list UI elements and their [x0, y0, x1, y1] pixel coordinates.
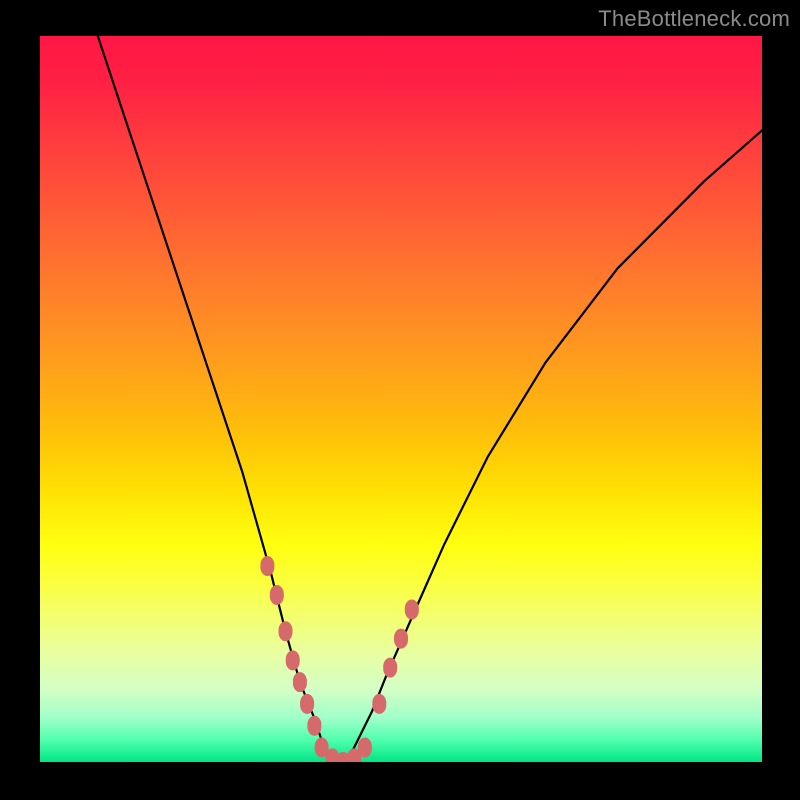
data-marker [307, 716, 321, 736]
chart-svg [40, 36, 762, 762]
data-marker [405, 600, 419, 620]
data-marker [383, 658, 397, 678]
data-marker [372, 694, 386, 714]
watermark-text: TheBottleneck.com [598, 6, 790, 32]
chart-stage: TheBottleneck.com [0, 0, 800, 800]
data-marker [286, 650, 300, 670]
bottleneck-curve [98, 36, 762, 762]
data-marker [358, 738, 372, 758]
plot-area [40, 36, 762, 762]
data-marker [394, 629, 408, 649]
marker-group [260, 556, 418, 762]
data-marker [270, 585, 284, 605]
data-marker [260, 556, 274, 576]
data-marker [300, 694, 314, 714]
data-marker [293, 672, 307, 692]
data-marker [279, 621, 293, 641]
